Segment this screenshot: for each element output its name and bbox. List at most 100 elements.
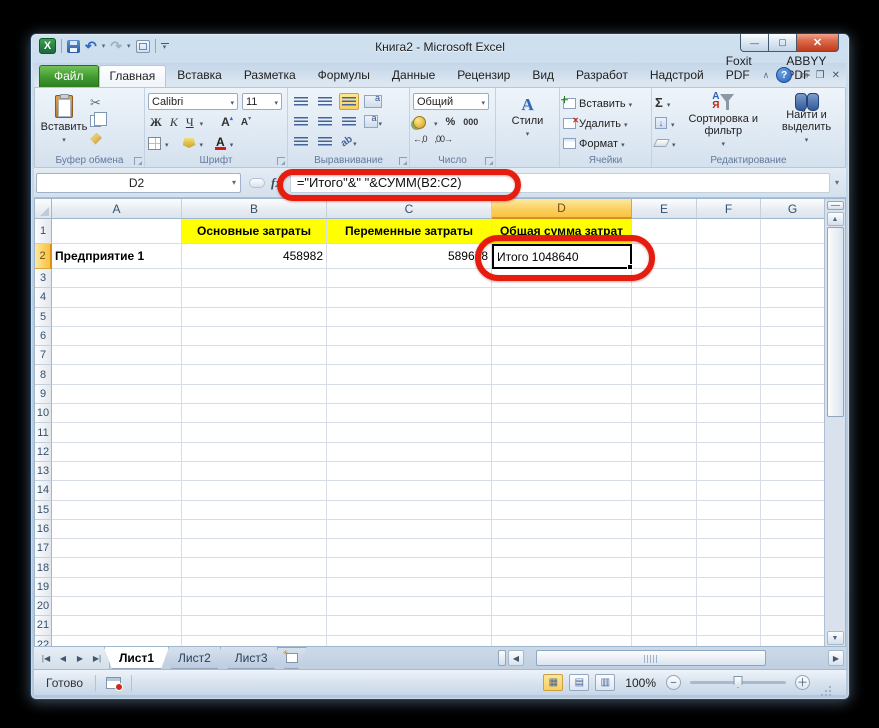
align-top-button[interactable] <box>291 93 311 110</box>
resize-grip[interactable] <box>820 677 832 689</box>
column-header-D[interactable]: D <box>492 199 632 219</box>
tab-insert[interactable]: Вставка <box>166 64 233 87</box>
bold-button[interactable]: Ж <box>148 115 164 130</box>
first-sheet-icon[interactable]: |◀ <box>38 650 54 666</box>
paste-button[interactable]: Вставить <box>38 91 90 145</box>
cell-F18[interactable] <box>697 558 761 577</box>
cell-B4[interactable] <box>182 288 327 307</box>
cell-B2[interactable]: 458982 <box>182 244 327 269</box>
cell-E10[interactable] <box>632 404 697 423</box>
decrease-decimal-icon[interactable]: ,00→ <box>435 134 453 144</box>
cell-B22[interactable] <box>182 636 327 647</box>
horizontal-scrollbar[interactable]: ◀ ▶ <box>498 647 846 669</box>
select-all-corner[interactable] <box>35 199 52 219</box>
cell-B1[interactable]: Основные затраты <box>182 219 327 244</box>
row-header-20[interactable]: 20 <box>35 597 52 616</box>
cell-E6[interactable] <box>632 327 697 346</box>
zoom-level[interactable]: 100% <box>625 676 656 690</box>
last-sheet-icon[interactable]: ▶| <box>89 650 105 666</box>
name-box-caret-icon[interactable]: ▾ <box>232 178 236 187</box>
cell-C20[interactable] <box>327 597 492 616</box>
cell-F10[interactable] <box>697 404 761 423</box>
cell-E12[interactable] <box>632 443 697 462</box>
cell-A12[interactable] <box>52 443 182 462</box>
cell-F16[interactable] <box>697 520 761 539</box>
cell-E14[interactable] <box>632 481 697 500</box>
cell-E5[interactable] <box>632 308 697 327</box>
row-header-12[interactable]: 12 <box>35 443 52 462</box>
cell-E22[interactable] <box>632 636 697 647</box>
row-header-19[interactable]: 19 <box>35 578 52 597</box>
cell-A2[interactable]: Предприятие 1 <box>52 244 182 269</box>
increase-decimal-icon[interactable]: ←,0 <box>413 134 427 144</box>
view-normal-button[interactable]: ▦ <box>543 674 563 691</box>
cell-E18[interactable] <box>632 558 697 577</box>
help-icon[interactable]: ? <box>776 67 792 83</box>
row-header-3[interactable]: 3 <box>35 269 52 288</box>
cell-G12[interactable] <box>761 443 824 462</box>
cell-G15[interactable] <box>761 501 824 520</box>
cell-C13[interactable] <box>327 462 492 481</box>
view-page-layout-button[interactable]: ▤ <box>569 674 589 691</box>
wrap-text-button[interactable] <box>363 93 383 110</box>
cell-D2[interactable]: Итого 1048640 <box>492 244 632 269</box>
cell-C2[interactable]: 589658 <box>327 244 492 269</box>
sheet-tab-list2[interactable]: Лист2 <box>163 647 226 669</box>
cell-E13[interactable] <box>632 462 697 481</box>
cell-E15[interactable] <box>632 501 697 520</box>
row-header-10[interactable]: 10 <box>35 404 52 423</box>
cell-F1[interactable] <box>697 219 761 244</box>
fill-button[interactable]: ↓ <box>655 114 676 132</box>
row-header-11[interactable]: 11 <box>35 423 52 442</box>
tab-file[interactable]: Файл <box>39 65 99 87</box>
align-middle-button[interactable] <box>315 93 335 110</box>
cell-G9[interactable] <box>761 385 824 404</box>
cell-B21[interactable] <box>182 616 327 635</box>
format-painter-icon[interactable] <box>90 131 108 146</box>
cell-E2[interactable] <box>632 244 697 269</box>
cell-F21[interactable] <box>697 616 761 635</box>
scroll-up-icon[interactable]: ▲ <box>827 212 844 226</box>
cell-B15[interactable] <box>182 501 327 520</box>
cell-C15[interactable] <box>327 501 492 520</box>
cell-A16[interactable] <box>52 520 182 539</box>
view-page-break-button[interactable]: ▥ <box>595 674 615 691</box>
row-header-13[interactable]: 13 <box>35 462 52 481</box>
cell-C21[interactable] <box>327 616 492 635</box>
record-macro-icon[interactable] <box>106 677 121 689</box>
borders-icon[interactable] <box>148 137 161 150</box>
insert-sheet-button[interactable] <box>277 647 307 669</box>
dialog-launcher-icon[interactable] <box>134 157 142 165</box>
cell-G18[interactable] <box>761 558 824 577</box>
cell-A19[interactable] <box>52 578 182 597</box>
autosum-button[interactable]: Σ <box>655 94 676 112</box>
orientation-button[interactable]: ab <box>339 133 359 150</box>
cell-B12[interactable] <box>182 443 327 462</box>
cell-F14[interactable] <box>697 481 761 500</box>
sheet-tab-list3[interactable]: Лист3 <box>220 647 283 669</box>
column-header-E[interactable]: E <box>632 199 697 219</box>
cell-G14[interactable] <box>761 481 824 500</box>
cell-B16[interactable] <box>182 520 327 539</box>
styles-button[interactable]: А Стили <box>499 91 556 153</box>
tab-review[interactable]: Рецензир <box>446 64 521 87</box>
cell-F22[interactable] <box>697 636 761 647</box>
cell-F2[interactable] <box>697 244 761 269</box>
cell-F5[interactable] <box>697 308 761 327</box>
cell-C6[interactable] <box>327 327 492 346</box>
zoom-slider[interactable] <box>690 681 786 684</box>
dialog-launcher-icon[interactable] <box>485 157 493 165</box>
insert-cells-button[interactable]: Вставить <box>563 95 648 112</box>
workbook-minimize-icon[interactable]: ▭ <box>799 70 808 81</box>
cell-D19[interactable] <box>492 578 632 597</box>
align-right-button[interactable] <box>339 113 359 130</box>
cell-G2[interactable] <box>761 244 824 269</box>
cell-F15[interactable] <box>697 501 761 520</box>
merge-center-button[interactable] <box>363 113 383 130</box>
column-header-A[interactable]: A <box>52 199 182 219</box>
grow-font-button[interactable]: A <box>219 115 235 129</box>
format-cells-button[interactable]: Формат <box>563 135 648 152</box>
cell-D4[interactable] <box>492 288 632 307</box>
cell-G3[interactable] <box>761 269 824 288</box>
cell-C3[interactable] <box>327 269 492 288</box>
